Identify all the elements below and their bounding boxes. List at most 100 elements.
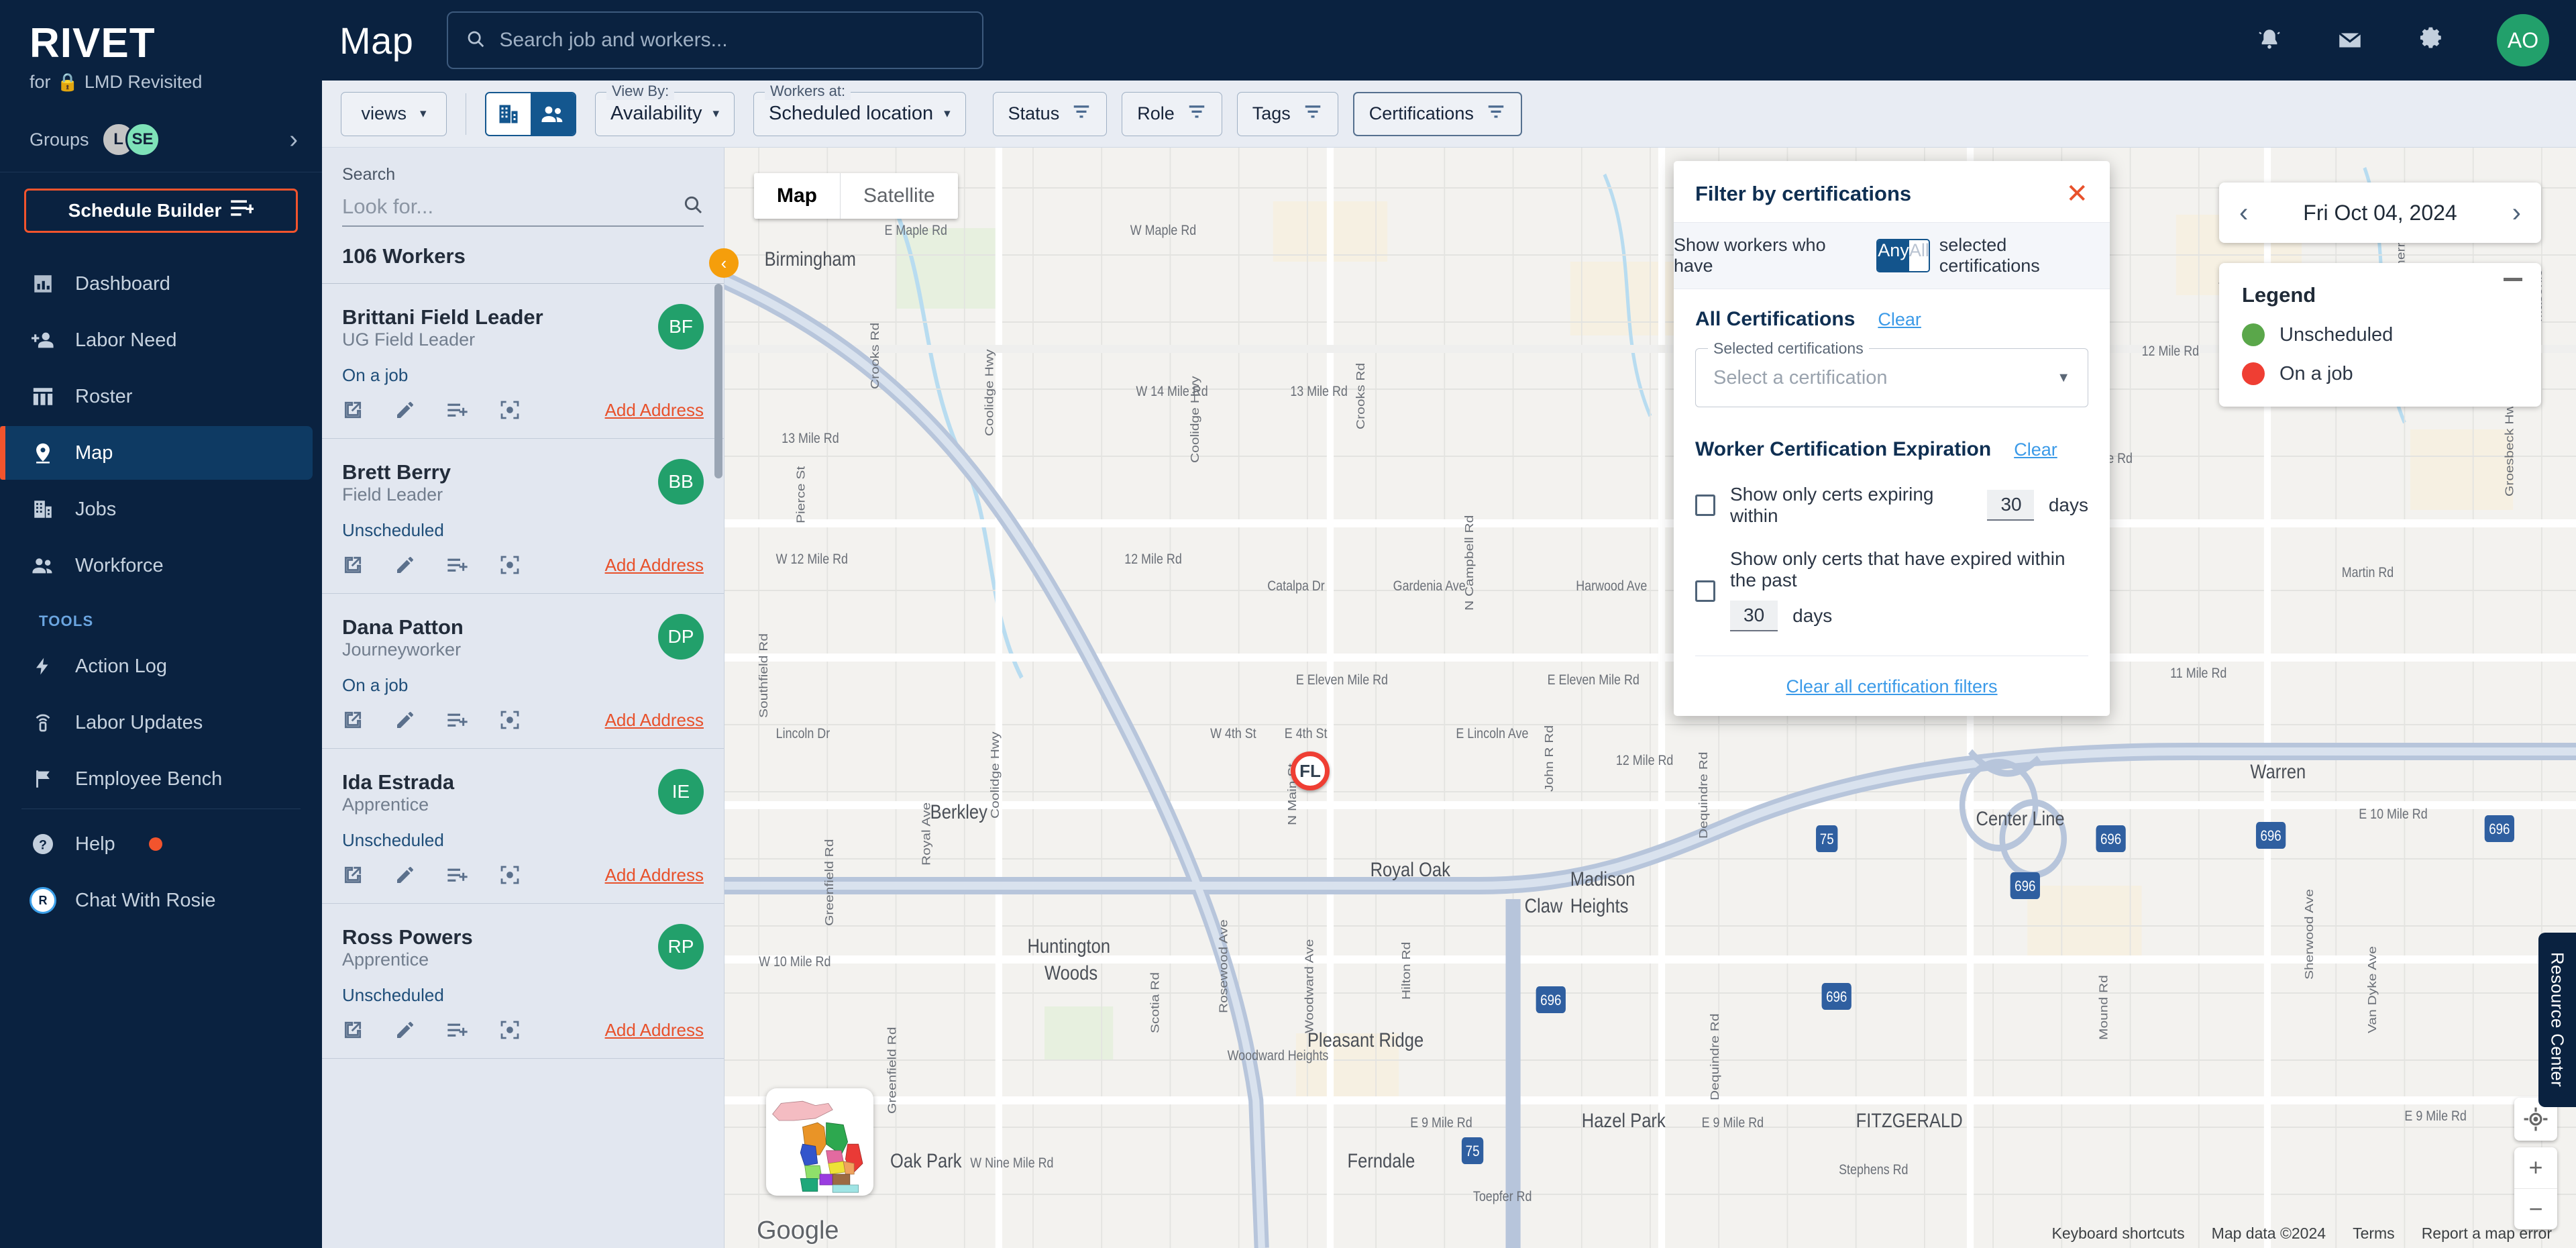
certifications-filter-button[interactable]: Certifications bbox=[1352, 91, 1522, 136]
svg-text:Greenfield Rd: Greenfield Rd bbox=[822, 839, 836, 926]
terms-link[interactable]: Terms bbox=[2353, 1225, 2395, 1243]
workers-at-select[interactable]: Workers at: Scheduled location ▾ bbox=[753, 82, 966, 136]
map-marker-fl[interactable]: FL bbox=[1291, 751, 1330, 790]
open-external-icon[interactable] bbox=[342, 554, 364, 576]
expiring-within-days-unit: days bbox=[2048, 495, 2088, 515]
cert-any-option[interactable]: Any bbox=[1878, 240, 1909, 271]
edit-pencil-icon[interactable] bbox=[394, 1019, 416, 1041]
svg-text:Pierce St: Pierce St bbox=[794, 466, 808, 523]
global-search[interactable] bbox=[447, 11, 984, 69]
sidebar-item-map[interactable]: Map bbox=[0, 426, 313, 480]
minimize-icon[interactable] bbox=[2504, 278, 2522, 281]
gear-icon[interactable] bbox=[2416, 26, 2445, 54]
edit-pencil-icon[interactable] bbox=[394, 709, 416, 731]
expiring-within-checkbox[interactable] bbox=[1695, 495, 1715, 516]
chevron-right-icon[interactable]: › bbox=[289, 127, 298, 152]
mail-icon[interactable] bbox=[2336, 26, 2364, 54]
list-item[interactable]: Ross Powers Apprentice Unscheduled Add A… bbox=[322, 904, 724, 1059]
avatar[interactable]: AO bbox=[2497, 14, 2549, 66]
svg-text:E 10 Mile Rd: E 10 Mile Rd bbox=[2359, 807, 2427, 823]
role-filter-button[interactable]: Role bbox=[1122, 91, 1222, 136]
edit-pencil-icon[interactable] bbox=[394, 864, 416, 886]
open-external-icon[interactable] bbox=[342, 399, 364, 421]
add-address-link[interactable]: Add Address bbox=[605, 710, 704, 731]
open-external-icon[interactable] bbox=[342, 1019, 364, 1041]
search-input[interactable] bbox=[499, 29, 965, 52]
view-by-select[interactable]: View By: Availability ▾ bbox=[595, 82, 735, 136]
add-to-list-icon[interactable] bbox=[447, 710, 468, 730]
focus-target-icon[interactable] bbox=[499, 554, 521, 576]
all-certifications-clear-link[interactable]: Clear bbox=[1878, 309, 1921, 330]
views-button[interactable]: views ▾ bbox=[341, 91, 447, 136]
edit-pencil-icon[interactable] bbox=[394, 399, 416, 421]
schedule-builder-button[interactable]: Schedule Builder bbox=[24, 189, 298, 233]
focus-target-icon[interactable] bbox=[499, 864, 521, 886]
resource-center-tab[interactable]: Resource Center bbox=[2538, 933, 2576, 1107]
add-address-link[interactable]: Add Address bbox=[605, 1020, 704, 1041]
focus-target-icon[interactable] bbox=[499, 399, 521, 421]
prev-day-button[interactable]: ‹ bbox=[2239, 199, 2248, 226]
list-item[interactable]: Brittani Field Leader UG Field Leader On… bbox=[322, 284, 724, 439]
sidebar-item-dashboard[interactable]: Dashboard bbox=[0, 257, 313, 311]
open-external-icon[interactable] bbox=[342, 864, 364, 886]
expired-past-days-input[interactable]: 30 bbox=[1730, 601, 1778, 631]
status-filter-button[interactable]: Status bbox=[992, 91, 1108, 136]
jobs-view-toggle[interactable] bbox=[486, 93, 531, 135]
map-type-map-button[interactable]: Map bbox=[754, 173, 840, 219]
open-external-icon[interactable] bbox=[342, 709, 364, 731]
notifications-icon[interactable] bbox=[2255, 26, 2284, 54]
svg-text:Coolidge Hwy: Coolidge Hwy bbox=[1188, 376, 1201, 463]
sidebar-item-employee-bench[interactable]: Employee Bench bbox=[0, 752, 313, 806]
list-item[interactable]: Dana Patton Journeyworker On a job Add A… bbox=[322, 594, 724, 749]
search-icon[interactable] bbox=[682, 194, 704, 219]
add-to-list-icon[interactable] bbox=[447, 555, 468, 575]
expired-past-checkbox[interactable] bbox=[1695, 580, 1715, 602]
sidebar-item-labor-updates[interactable]: Labor Updates bbox=[0, 696, 313, 749]
map-type-satellite-button[interactable]: Satellite bbox=[841, 173, 958, 219]
cert-all-option[interactable]: All bbox=[1909, 240, 1929, 271]
list-item[interactable]: Brett Berry Field Leader Unscheduled Add… bbox=[322, 439, 724, 594]
current-date-label: Fri Oct 04, 2024 bbox=[2303, 200, 2457, 225]
sidebar-item-roster[interactable]: Roster bbox=[0, 370, 313, 423]
keyboard-shortcuts-link[interactable]: Keyboard shortcuts bbox=[2051, 1225, 2184, 1243]
group-avatar[interactable]: SE bbox=[125, 122, 160, 157]
clear-all-certification-filters-link[interactable]: Clear all certification filters bbox=[1786, 676, 1997, 696]
sidebar-item-action-log[interactable]: Action Log bbox=[0, 639, 313, 693]
focus-target-icon[interactable] bbox=[499, 1019, 521, 1041]
next-day-button[interactable]: › bbox=[2512, 199, 2521, 226]
chevron-down-icon: ▾ bbox=[944, 107, 951, 121]
svg-text:75: 75 bbox=[1820, 832, 1834, 848]
sidebar-item-jobs[interactable]: Jobs bbox=[0, 482, 313, 536]
add-to-list-icon[interactable] bbox=[447, 1020, 468, 1040]
zoom-in-button[interactable]: + bbox=[2514, 1147, 2557, 1189]
collapse-panel-button[interactable]: ‹ bbox=[709, 248, 739, 278]
focus-target-icon[interactable] bbox=[499, 709, 521, 731]
expiration-clear-link[interactable]: Clear bbox=[2014, 439, 2057, 460]
workers-list-scrollbar[interactable] bbox=[714, 284, 722, 478]
add-address-link[interactable]: Add Address bbox=[605, 555, 704, 576]
zoom-out-button[interactable]: − bbox=[2514, 1189, 2557, 1230]
sidebar-item-chat-with-rosie[interactable]: R Chat With Rosie bbox=[0, 874, 313, 927]
chevron-down-icon: ▼ bbox=[2057, 370, 2070, 385]
workers-view-toggle[interactable] bbox=[531, 93, 575, 135]
expiring-within-days-input[interactable]: 30 bbox=[1987, 490, 2034, 521]
sidebar-item-workforce[interactable]: Workforce bbox=[0, 539, 313, 592]
map-canvas[interactable]: 696 696 696 696 696 696 75 75 Birmingham… bbox=[724, 148, 2576, 1248]
add-address-link[interactable]: Add Address bbox=[605, 865, 704, 886]
certification-select[interactable]: Selected certifications Select a certifi… bbox=[1695, 340, 2088, 407]
workers-search-input[interactable] bbox=[342, 194, 682, 219]
worker-actions: Add Address bbox=[342, 709, 704, 731]
sidebar-item-help[interactable]: ? Help bbox=[0, 817, 313, 871]
workers-list[interactable]: Brittani Field Leader UG Field Leader On… bbox=[322, 284, 724, 1248]
add-address-link[interactable]: Add Address bbox=[605, 400, 704, 421]
add-to-list-icon[interactable] bbox=[447, 865, 468, 885]
sidebar-item-labor-need[interactable]: Labor Need bbox=[0, 313, 313, 367]
michigan-overlay-thumbnail[interactable] bbox=[766, 1088, 873, 1196]
add-to-list-icon[interactable] bbox=[447, 400, 468, 420]
groups-row[interactable]: Groups L SE › bbox=[0, 107, 322, 172]
edit-pencil-icon[interactable] bbox=[394, 554, 416, 576]
close-icon[interactable]: ✕ bbox=[2065, 180, 2088, 207]
list-item[interactable]: Ida Estrada Apprentice Unscheduled Add A… bbox=[322, 749, 724, 904]
cert-any-all-prefix: Show workers who have bbox=[1674, 235, 1826, 276]
tags-filter-button[interactable]: Tags bbox=[1236, 91, 1338, 136]
